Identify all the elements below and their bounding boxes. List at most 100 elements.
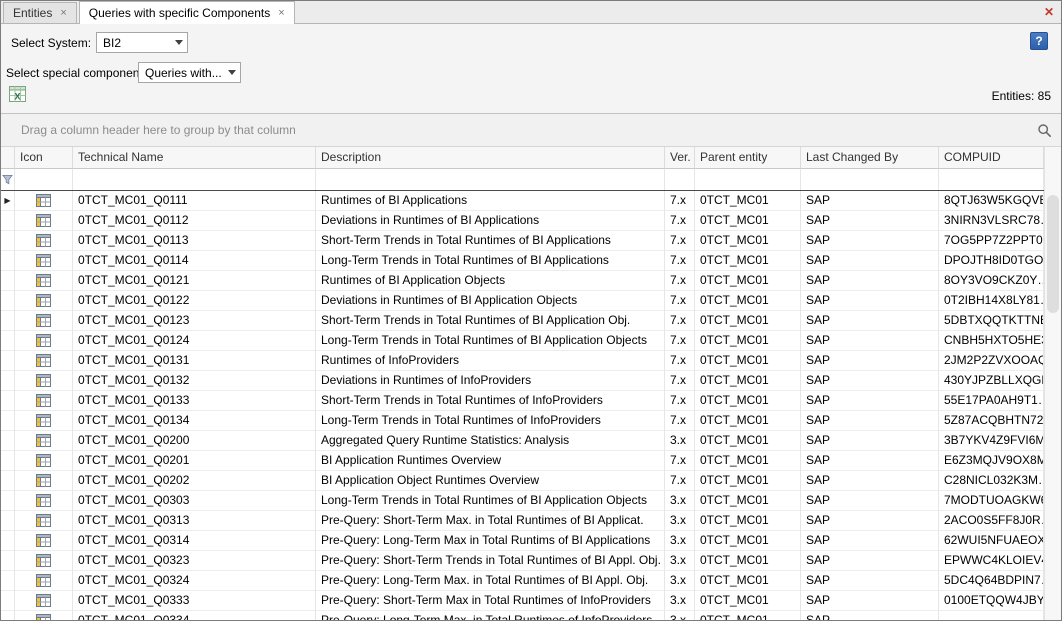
cell-technical-name[interactable]: 0TCT_MC01_Q0333 (73, 591, 316, 611)
cell-version[interactable]: 7.x (665, 451, 695, 471)
column-header-compuid[interactable]: COMPUID (939, 147, 1044, 169)
cell-parent-entity[interactable]: 0TCT_MC01 (695, 391, 801, 411)
cell-version[interactable]: 7.x (665, 351, 695, 371)
cell-version[interactable]: 3.x (665, 551, 695, 571)
cell-description[interactable]: Short-Term Trends in Total Runtimes of B… (316, 311, 665, 331)
table-row[interactable]: 0TCT_MC01_Q0112Deviations in Runtimes of… (1, 211, 1044, 231)
cell-last-changed-by[interactable]: SAP (801, 551, 939, 571)
tab-queries-with-specific-components[interactable]: Queries with specific Components × (79, 1, 295, 24)
cell-version[interactable]: 7.x (665, 191, 695, 211)
column-header-description[interactable]: Description (316, 147, 665, 169)
cell-technical-name[interactable]: 0TCT_MC01_Q0303 (73, 491, 316, 511)
cell-version[interactable]: 7.x (665, 211, 695, 231)
cell-technical-name[interactable]: 0TCT_MC01_Q0314 (73, 531, 316, 551)
column-header-last-changed-by[interactable]: Last Changed By (801, 147, 939, 169)
cell-technical-name[interactable]: 0TCT_MC01_Q0123 (73, 311, 316, 331)
cell-parent-entity[interactable]: 0TCT_MC01 (695, 331, 801, 351)
cell-last-changed-by[interactable]: SAP (801, 431, 939, 451)
cell-compuid[interactable]: E6Z3MQJV9OX8M… (939, 451, 1044, 471)
cell-technical-name[interactable]: 0TCT_MC01_Q0112 (73, 211, 316, 231)
cell-last-changed-by[interactable]: SAP (801, 191, 939, 211)
cell-version[interactable]: 7.x (665, 391, 695, 411)
cell-last-changed-by[interactable]: SAP (801, 451, 939, 471)
cell-last-changed-by[interactable]: SAP (801, 351, 939, 371)
table-row[interactable]: 0TCT_MC01_Q0313Pre-Query: Short-Term Max… (1, 511, 1044, 531)
cell-last-changed-by[interactable]: SAP (801, 331, 939, 351)
cell-last-changed-by[interactable]: SAP (801, 311, 939, 331)
table-row[interactable]: 0TCT_MC01_Q0323Pre-Query: Short-Term Tre… (1, 551, 1044, 571)
cell-compuid[interactable]: 3NIRN3VLSRC78… (939, 211, 1044, 231)
cell-description[interactable]: Aggregated Query Runtime Statistics: Ana… (316, 431, 665, 451)
cell-last-changed-by[interactable]: SAP (801, 251, 939, 271)
cell-description[interactable]: Long-Term Trends in Total Runtimes of In… (316, 411, 665, 431)
cell-last-changed-by[interactable]: SAP (801, 211, 939, 231)
table-row[interactable]: 0TCT_MC01_Q0121Runtimes of BI Applicatio… (1, 271, 1044, 291)
cell-parent-entity[interactable]: 0TCT_MC01 (695, 551, 801, 571)
table-row[interactable]: 0TCT_MC01_Q0200Aggregated Query Runtime … (1, 431, 1044, 451)
cell-parent-entity[interactable]: 0TCT_MC01 (695, 231, 801, 251)
table-row[interactable]: 0TCT_MC01_Q0132Deviations in Runtimes of… (1, 371, 1044, 391)
cell-technical-name[interactable]: 0TCT_MC01_Q0200 (73, 431, 316, 451)
cell-parent-entity[interactable]: 0TCT_MC01 (695, 251, 801, 271)
cell-description[interactable]: BI Application Object Runtimes Overview (316, 471, 665, 491)
cell-parent-entity[interactable]: 0TCT_MC01 (695, 511, 801, 531)
cell-technical-name[interactable]: 0TCT_MC01_Q0132 (73, 371, 316, 391)
export-excel-button[interactable]: X (9, 85, 29, 103)
cell-technical-name[interactable]: 0TCT_MC01_Q0334 (73, 611, 316, 620)
cell-compuid[interactable]: 5DBTXQQTKTTNE… (939, 311, 1044, 331)
cell-parent-entity[interactable]: 0TCT_MC01 (695, 211, 801, 231)
cell-compuid[interactable]: 3B7YKV4Z9FVI6M… (939, 431, 1044, 451)
cell-description[interactable]: Long-Term Trends in Total Runtimes of BI… (316, 491, 665, 511)
cell-technical-name[interactable]: 0TCT_MC01_Q0131 (73, 351, 316, 371)
cell-compuid[interactable]: 5Z87ACQBHTN72… (939, 411, 1044, 431)
table-row[interactable]: 0TCT_MC01_Q0114Long-Term Trends in Total… (1, 251, 1044, 271)
cell-version[interactable]: 7.x (665, 291, 695, 311)
table-row[interactable]: 0TCT_MC01_Q0123Short-Term Trends in Tota… (1, 311, 1044, 331)
cell-description[interactable]: Pre-Query: Long-Term Max. in Total Runti… (316, 571, 665, 591)
filter-cell-technical-name[interactable] (73, 169, 316, 190)
cell-compuid[interactable]: 7MODTUOAGKW6… (939, 491, 1044, 511)
cell-last-changed-by[interactable]: SAP (801, 591, 939, 611)
cell-last-changed-by[interactable]: SAP (801, 511, 939, 531)
cell-technical-name[interactable]: 0TCT_MC01_Q0324 (73, 571, 316, 591)
cell-compuid[interactable]: 7OG5PP7Z2PPT0… (939, 231, 1044, 251)
cell-technical-name[interactable]: 0TCT_MC01_Q0133 (73, 391, 316, 411)
close-icon[interactable]: ✕ (1044, 5, 1054, 19)
cell-last-changed-by[interactable]: SAP (801, 371, 939, 391)
filter-cell-description[interactable] (316, 169, 665, 190)
cell-description[interactable]: Pre-Query: Long-Term Max in Total Runtim… (316, 531, 665, 551)
table-row[interactable]: 0TCT_MC01_Q0314Pre-Query: Long-Term Max … (1, 531, 1044, 551)
table-row[interactable]: ▶0TCT_MC01_Q0111Runtimes of BI Applicati… (1, 191, 1044, 211)
table-row[interactable]: 0TCT_MC01_Q0133Short-Term Trends in Tota… (1, 391, 1044, 411)
table-row[interactable]: 0TCT_MC01_Q0333Pre-Query: Short-Term Max… (1, 591, 1044, 611)
group-by-panel[interactable]: Drag a column header here to group by th… (1, 114, 1061, 147)
cell-parent-entity[interactable]: 0TCT_MC01 (695, 471, 801, 491)
table-row[interactable]: 0TCT_MC01_Q0124Long-Term Trends in Total… (1, 331, 1044, 351)
cell-description[interactable]: Pre-Query: Short-Term Trends in Total Ru… (316, 551, 665, 571)
special-component-select[interactable]: Queries with... (138, 62, 241, 83)
cell-version[interactable]: 3.x (665, 611, 695, 620)
chevron-down-icon[interactable] (224, 63, 240, 82)
cell-compuid[interactable]: 62WUI5NFUAEOX… (939, 531, 1044, 551)
cell-description[interactable]: Long-Term Trends in Total Runtimes of BI… (316, 251, 665, 271)
cell-compuid[interactable]: DPOJTH8ID0TGO… (939, 251, 1044, 271)
tab-entities[interactable]: Entities × (3, 2, 77, 23)
cell-version[interactable]: 3.x (665, 431, 695, 451)
filter-cell-version[interactable] (665, 169, 695, 190)
cell-technical-name[interactable]: 0TCT_MC01_Q0113 (73, 231, 316, 251)
cell-compuid[interactable]: 8QTJ63W5KGQVE… (939, 191, 1044, 211)
cell-version[interactable]: 7.x (665, 371, 695, 391)
table-row[interactable]: 0TCT_MC01_Q0324Pre-Query: Long-Term Max.… (1, 571, 1044, 591)
cell-description[interactable]: BI Application Runtimes Overview (316, 451, 665, 471)
cell-description[interactable]: Pre-Query: Long-Term Max. in Total Runti… (316, 611, 665, 620)
cell-technical-name[interactable]: 0TCT_MC01_Q0313 (73, 511, 316, 531)
cell-last-changed-by[interactable]: SAP (801, 411, 939, 431)
cell-description[interactable]: Runtimes of BI Application Objects (316, 271, 665, 291)
cell-technical-name[interactable]: 0TCT_MC01_Q0111 (73, 191, 316, 211)
cell-last-changed-by[interactable]: SAP (801, 611, 939, 620)
cell-description[interactable]: Deviations in Runtimes of BI Application… (316, 211, 665, 231)
system-select[interactable]: BI2 (96, 32, 188, 53)
cell-version[interactable]: 3.x (665, 491, 695, 511)
cell-parent-entity[interactable]: 0TCT_MC01 (695, 371, 801, 391)
filter-cell-last-changed-by[interactable] (801, 169, 939, 190)
